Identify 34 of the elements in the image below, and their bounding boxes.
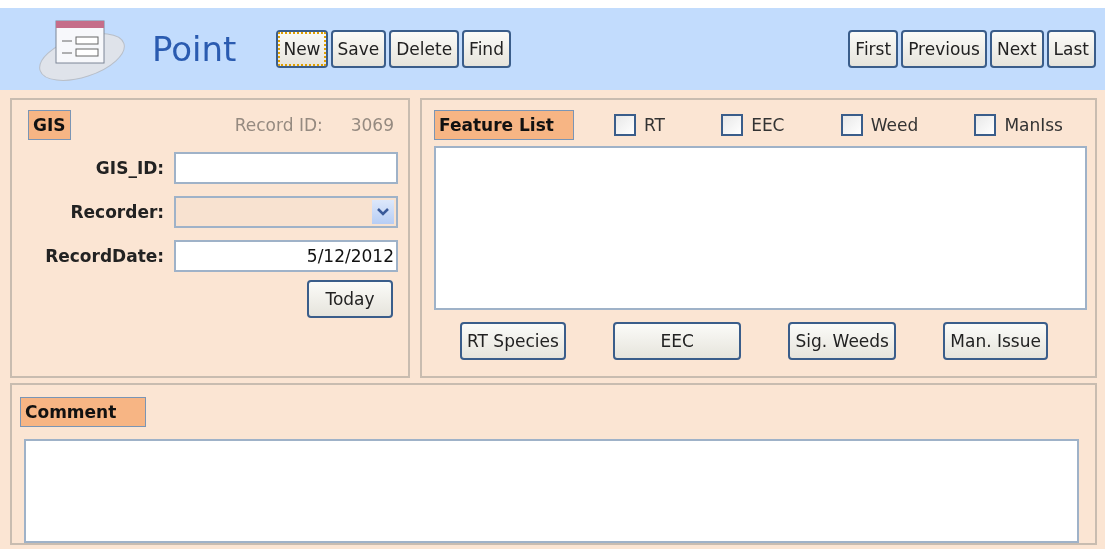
comment-field[interactable] — [24, 439, 1079, 543]
navigation-button[interactable]: First — [848, 30, 899, 68]
section-heading: Feature List — [434, 110, 574, 140]
action-button[interactable]: Delete — [389, 30, 460, 68]
form-icon — [36, 17, 128, 81]
today-button[interactable]: Today — [307, 280, 393, 318]
navigation-button[interactable]: Last — [1046, 30, 1096, 68]
section-heading: Comment — [20, 397, 146, 427]
field-label: RecordDate: — [44, 246, 166, 266]
input-field[interactable] — [174, 152, 398, 184]
checkbox-label: Weed — [870, 115, 919, 135]
checkbox-label: RT — [644, 115, 665, 135]
date-field[interactable]: 5/12/2012 — [174, 240, 398, 272]
field-label: GIS_ID: — [94, 158, 166, 178]
record-id-label: Record ID: — [234, 115, 323, 135]
action-button[interactable]: Find — [462, 30, 511, 68]
feature-button[interactable]: Sig. Weeds — [788, 322, 896, 360]
section-heading: GIS — [28, 110, 71, 140]
feature-button[interactable]: Man. Issue — [943, 322, 1048, 360]
field-label: Recorder: — [69, 202, 166, 222]
navigation-button[interactable]: Next — [989, 30, 1044, 68]
checkbox[interactable] — [721, 114, 744, 136]
navigation-button[interactable]: Previous — [901, 30, 987, 68]
feature-button[interactable]: RT Species — [460, 322, 566, 360]
checkbox[interactable] — [974, 114, 997, 136]
form-title: Point — [152, 29, 237, 69]
checkbox-label: ManIss — [1004, 115, 1063, 135]
checkbox-label: EEC — [751, 115, 785, 135]
checkbox[interactable] — [614, 114, 636, 136]
feature-button[interactable]: EEC — [613, 322, 742, 360]
action-button[interactable]: Save — [330, 30, 387, 68]
action-button[interactable]: New — [276, 30, 328, 68]
record-id-value: 3069 — [350, 115, 394, 135]
checkbox[interactable] — [840, 114, 863, 136]
